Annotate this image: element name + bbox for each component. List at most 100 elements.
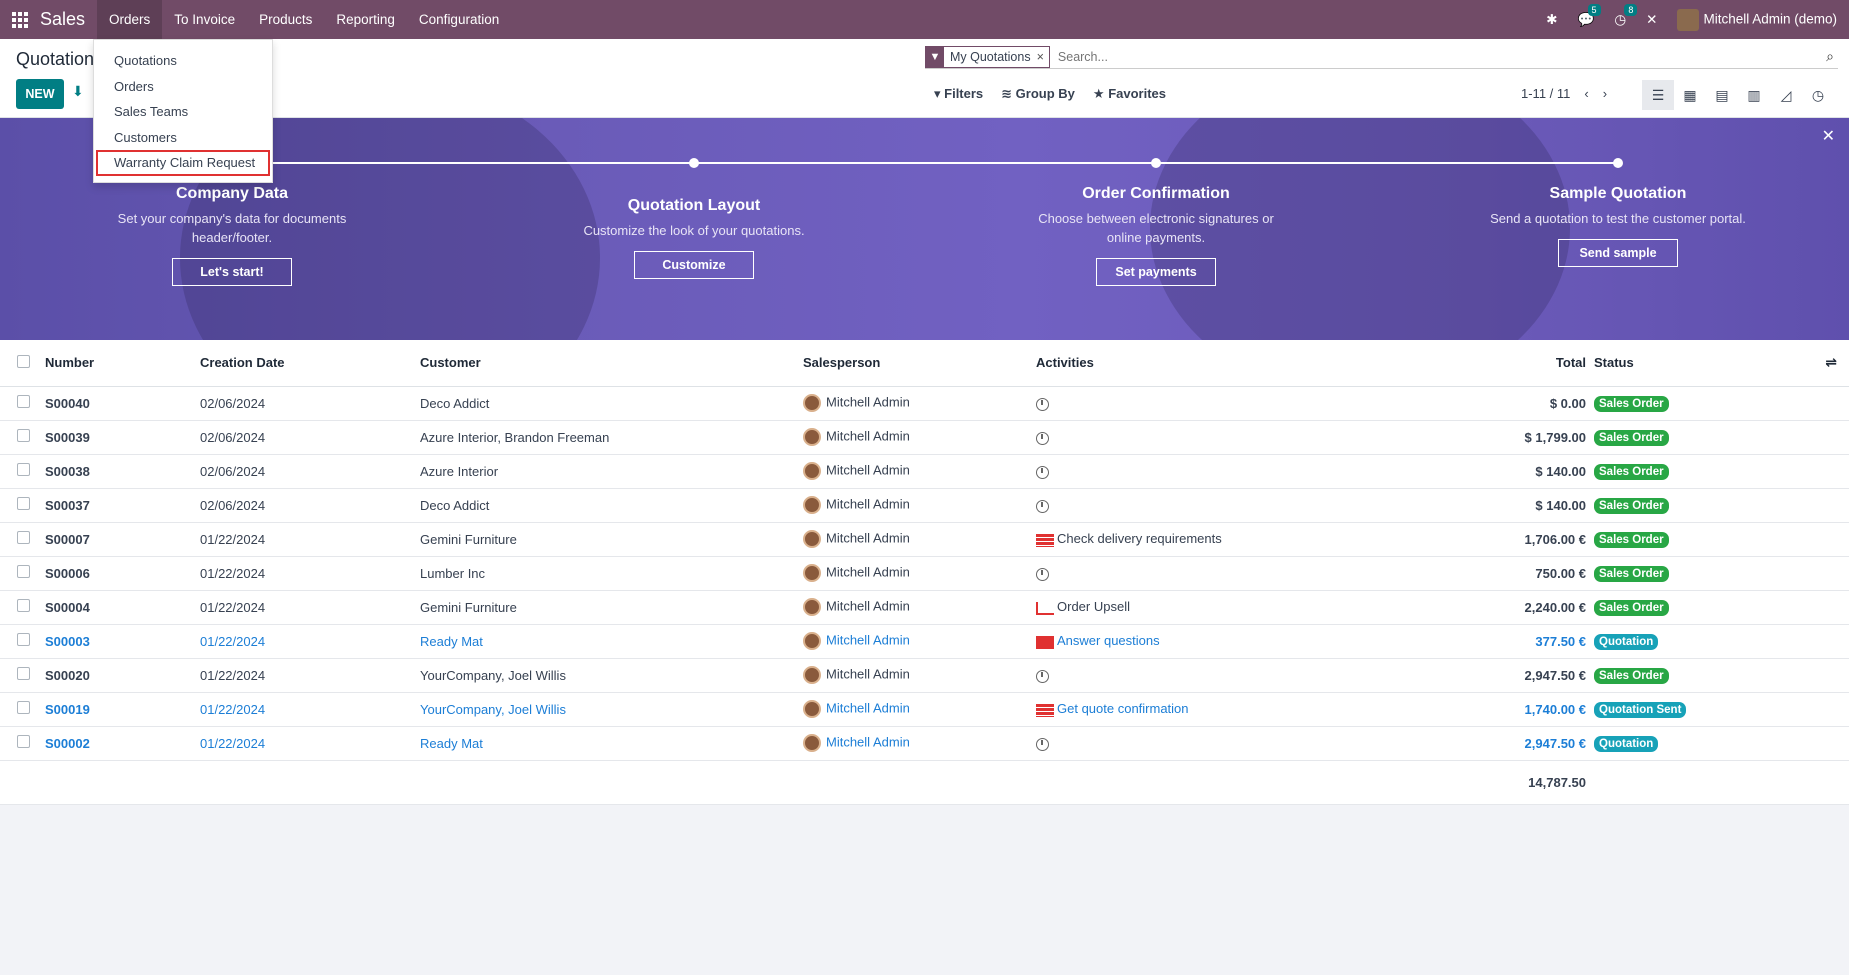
set-payments-button[interactable]: Set payments <box>1096 258 1216 286</box>
activity-summary[interactable]: Answer questions <box>1057 633 1160 648</box>
app-brand[interactable]: Sales <box>40 9 85 30</box>
apps-menu-icon[interactable] <box>0 0 40 39</box>
kanban-view-icon[interactable]: ▦ <box>1674 80 1706 110</box>
activity-todo-icon[interactable] <box>1036 533 1054 547</box>
row-checkbox[interactable] <box>17 701 30 714</box>
row-checkbox[interactable] <box>17 565 30 578</box>
row-checkbox[interactable] <box>17 429 30 442</box>
activity-view-icon[interactable]: ◷ <box>1802 80 1834 110</box>
list-view-icon[interactable]: ☰ <box>1642 80 1674 110</box>
col-salesperson[interactable]: Salesperson <box>803 340 1036 387</box>
select-all-checkbox[interactable] <box>17 354 30 368</box>
col-activities[interactable]: Activities <box>1036 340 1386 387</box>
calendar-view-icon[interactable]: ▤ <box>1706 80 1738 110</box>
favorites-toggle[interactable]: ★ Favorites <box>1093 86 1166 102</box>
salesperson-avatar <box>803 530 821 548</box>
graph-view-icon[interactable]: ◿ <box>1770 80 1802 110</box>
table-row[interactable]: S00003 01/22/2024 Ready Mat Mitchell Admin A… <box>0 624 1849 659</box>
table-row[interactable]: S00038 02/06/2024 Azure Interior Mitchell A… <box>0 454 1849 489</box>
activity-summary[interactable]: Check delivery requirements <box>1057 531 1222 546</box>
activity-summary[interactable]: Get quote confirmation <box>1057 701 1189 716</box>
table-row[interactable]: S00040 02/06/2024 Deco Addict Mitchell Admi… <box>0 386 1849 421</box>
step-title: Sample Quotation <box>1549 185 1687 202</box>
menu-configuration[interactable]: Configuration <box>407 0 511 39</box>
groupby-toggle[interactable]: ≋ Group By <box>1001 86 1075 102</box>
status-cell: Quotation <box>1594 624 1799 659</box>
row-checkbox[interactable] <box>17 463 30 476</box>
table-row[interactable]: S00039 02/06/2024 Azure Interior, Brandon … <box>0 420 1849 455</box>
customer-name: Gemini Furniture <box>420 590 803 625</box>
menu-reporting[interactable]: Reporting <box>324 0 407 39</box>
dropdown-item-customers[interactable]: Customers <box>94 125 272 151</box>
messages-icon[interactable]: 💬 5 <box>1578 3 1601 28</box>
search-input[interactable] <box>1057 49 1827 64</box>
dropdown-item-quotations[interactable]: Quotations <box>94 48 272 74</box>
table-row[interactable]: S00037 02/06/2024 Deco Addict Mitchell Admi… <box>0 488 1849 523</box>
table-row[interactable]: S00007 01/22/2024 Gemini Furniture Mitchell… <box>0 522 1849 557</box>
row-checkbox[interactable] <box>17 497 30 510</box>
row-checkbox[interactable] <box>17 735 30 748</box>
activity-cell <box>1036 386 1386 421</box>
dropdown-item-sales-teams[interactable]: Sales Teams <box>94 99 272 125</box>
facet-remove-icon[interactable]: × <box>1037 50 1049 64</box>
activity-clock-icon[interactable] <box>1036 669 1049 683</box>
table-row[interactable]: S00002 01/22/2024 Ready Mat Mitchell Admin 2… <box>0 726 1849 761</box>
menu-products[interactable]: Products <box>247 0 324 39</box>
activity-todo-icon[interactable] <box>1036 703 1054 717</box>
search-icon[interactable]: ⌕ <box>1826 48 1834 65</box>
activity-clock-icon[interactable] <box>1036 397 1049 411</box>
optional-columns-icon[interactable]: ⇌ <box>1799 340 1849 387</box>
row-checkbox[interactable] <box>17 599 30 612</box>
row-checkbox[interactable] <box>17 395 30 408</box>
activity-clock-icon[interactable] <box>1036 465 1049 479</box>
col-status[interactable]: Status <box>1594 340 1799 387</box>
dropdown-item-warranty-claim-request[interactable]: Warranty Claim Request <box>96 150 270 176</box>
activity-cell <box>1036 726 1386 761</box>
salesperson-cell: Mitchell Admin <box>803 420 1036 455</box>
step-title: Company Data <box>175 185 289 202</box>
pager: 1-11 / 11 ‹ › <box>1521 86 1607 101</box>
col-customer[interactable]: Customer <box>420 340 803 387</box>
tools-icon[interactable]: ✕ <box>1646 12 1657 28</box>
activity-clock-icon[interactable] <box>1036 431 1049 445</box>
menu-orders[interactable]: Orders <box>97 0 163 39</box>
salesperson-cell: Mitchell Admin <box>803 692 1036 727</box>
new-button[interactable]: NEW <box>16 79 64 109</box>
pivot-view-icon[interactable]: ▥ <box>1738 80 1770 110</box>
lets-start-button[interactable]: Let's start! <box>172 258 292 286</box>
activity-clock-icon[interactable] <box>1036 499 1049 513</box>
customer-name: YourCompany, Joel Willis <box>420 692 803 727</box>
table-row[interactable]: S00006 01/22/2024 Lumber Inc Mitchell Admin… <box>0 556 1849 591</box>
table-row[interactable]: S00004 01/22/2024 Gemini Furniture Mitchell… <box>0 590 1849 625</box>
menu-to-invoice[interactable]: To Invoice <box>162 0 247 39</box>
col-total[interactable]: Total <box>1386 340 1594 387</box>
download-icon[interactable]: ⬇ <box>72 83 84 100</box>
filters-toggle[interactable]: ▾ Filters <box>934 86 983 102</box>
pager-prev-icon[interactable]: ‹ <box>1584 86 1588 101</box>
table-footer-row: 14,787.50 <box>0 760 1849 805</box>
close-icon[interactable]: ✕ <box>1822 126 1835 146</box>
dropdown-item-orders[interactable]: Orders <box>94 74 272 100</box>
activity-clock-icon[interactable] <box>1036 567 1049 581</box>
customer-name: Azure Interior <box>420 454 803 489</box>
activity-email-icon[interactable] <box>1036 635 1054 649</box>
row-checkbox[interactable] <box>17 633 30 646</box>
pager-next-icon[interactable]: › <box>1603 86 1607 101</box>
row-checkbox[interactable] <box>17 667 30 680</box>
activities-clock-icon[interactable]: ◷ 8 <box>1614 3 1638 28</box>
creation-date: 02/06/2024 <box>200 386 420 421</box>
customize-button[interactable]: Customize <box>634 251 754 279</box>
activity-upsell-icon[interactable] <box>1036 601 1054 615</box>
user-menu[interactable]: Mitchell Admin (demo) <box>1677 8 1837 31</box>
send-sample-button[interactable]: Send sample <box>1558 239 1678 267</box>
activity-clock-icon[interactable] <box>1036 737 1049 751</box>
activity-summary[interactable]: Order Upsell <box>1057 599 1130 614</box>
table-row[interactable]: S00020 01/22/2024 YourCompany, Joel Willis… <box>0 658 1849 693</box>
table-row[interactable]: S00019 01/22/2024 YourCompany, Joel Willis… <box>0 692 1849 727</box>
col-number[interactable]: Number <box>45 340 200 387</box>
salesperson-cell: Mitchell Admin <box>803 624 1036 659</box>
debug-bug-icon[interactable]: ✱ <box>1546 12 1557 28</box>
pager-value[interactable]: 1-11 / 11 <box>1521 86 1570 101</box>
col-creation-date[interactable]: Creation Date <box>200 340 420 387</box>
row-checkbox[interactable] <box>17 531 30 544</box>
